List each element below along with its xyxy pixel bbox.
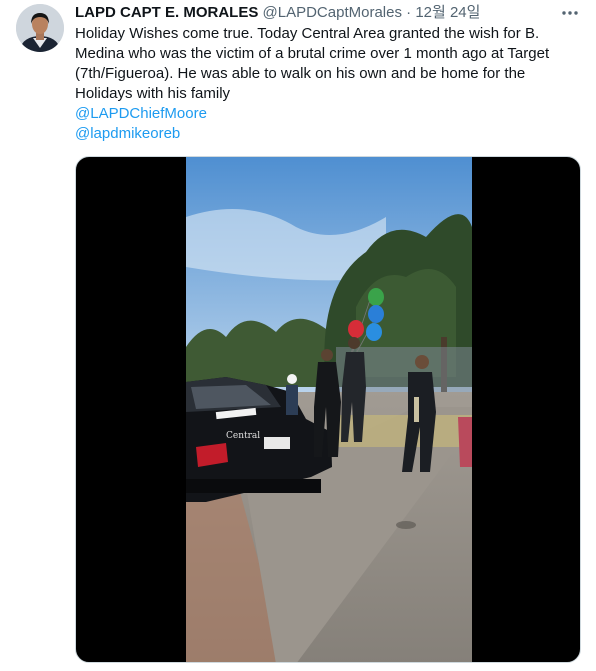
tweet-header: LAPD CAPT E. MORALES @LAPDCaptMorales · … xyxy=(75,4,586,24)
more-horizontal-icon xyxy=(562,11,578,15)
separator-dot: · xyxy=(406,4,412,21)
user-handle[interactable]: @LAPDCaptMorales xyxy=(263,4,402,21)
avatar-image xyxy=(16,4,64,52)
video-player[interactable]: Central xyxy=(75,156,581,663)
avatar[interactable] xyxy=(16,4,64,52)
video-frame[interactable]: Central xyxy=(186,157,472,662)
video-still-image: Central xyxy=(186,157,472,662)
more-button[interactable] xyxy=(560,4,580,22)
car-door-text: Central xyxy=(226,431,260,441)
tweet-date[interactable]: 12월 24일 xyxy=(415,4,480,21)
display-name[interactable]: LAPD CAPT E. MORALES xyxy=(75,4,258,21)
mention-link-mikeoreb[interactable]: @lapdmikeoreb xyxy=(75,124,575,144)
tweet-paragraph: Holiday Wishes come true. Today Central … xyxy=(75,25,550,102)
mention-link-chief[interactable]: @LAPDChiefMoore xyxy=(75,104,575,124)
tweet-text: Holiday Wishes come true. Today Central … xyxy=(75,24,575,144)
tweet: LAPD CAPT E. MORALES @LAPDCaptMorales · … xyxy=(0,0,596,671)
